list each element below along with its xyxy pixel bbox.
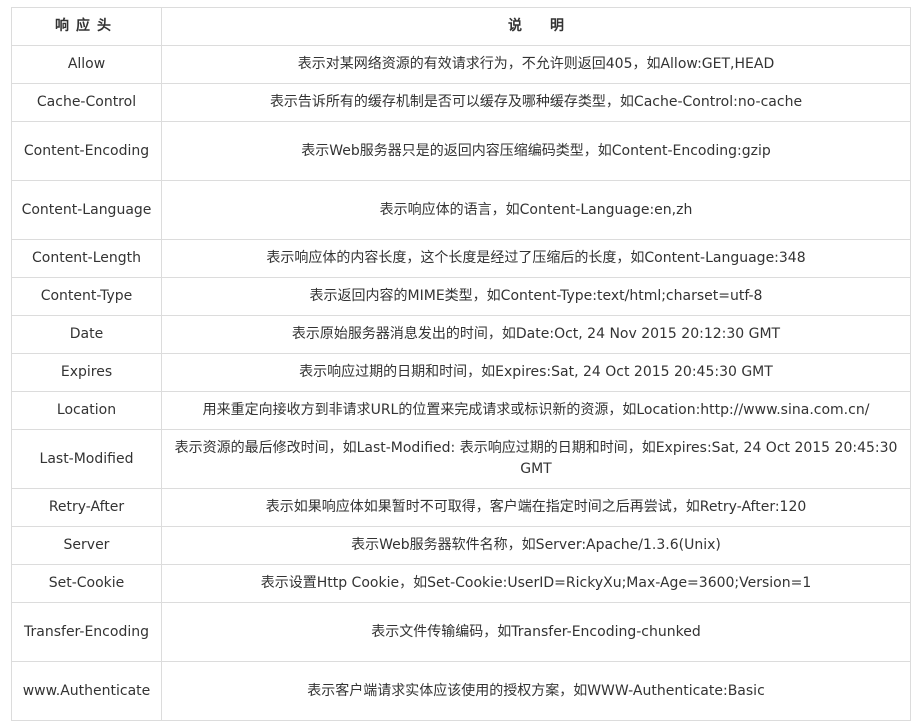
description-cell: 表示Web服务器软件名称，如Server:Apache/1.3.6(Unix) [161, 526, 911, 565]
header-name-cell: Content-Type [11, 277, 162, 316]
header-name-cell: Location [11, 391, 162, 430]
header-name-cell: Transfer-Encoding [11, 602, 162, 662]
table-row: Retry-After 表示如果响应体如果暂时不可取得，客户端在指定时间之后再尝… [11, 488, 911, 527]
header-name-cell: Cache-Control [11, 83, 162, 122]
table-row: Set-Cookie 表示设置Http Cookie，如Set-Cookie:U… [11, 564, 911, 603]
header-name-cell: Last-Modified [11, 429, 162, 489]
description-cell: 表示返回内容的MIME类型，如Content-Type:text/html;ch… [161, 277, 911, 316]
table-row: Content-Language 表示响应体的语言，如Content-Langu… [11, 180, 911, 240]
description-cell: 表示Web服务器只是的返回内容压缩编码类型，如Content-Encoding:… [161, 121, 911, 181]
description-cell: 表示设置Http Cookie，如Set-Cookie:UserID=Ricky… [161, 564, 911, 603]
response-header-table: 响应头 说明 Allow 表示对某网络资源的有效请求行为，不允许则返回405，如… [11, 7, 911, 721]
header-name-cell: www.Authenticate [11, 661, 162, 721]
table-row: Expires 表示响应过期的日期和时间，如Expires:Sat, 24 Oc… [11, 353, 911, 392]
header-name-cell: Date [11, 315, 162, 354]
table-row: Cache-Control 表示告诉所有的缓存机制是否可以缓存及哪种缓存类型，如… [11, 83, 911, 122]
header-name-cell: Server [11, 526, 162, 565]
description-cell: 表示原始服务器消息发出的时间，如Date:Oct, 24 Nov 2015 20… [161, 315, 911, 354]
description-cell: 表示响应体的语言，如Content-Language:en,zh [161, 180, 911, 240]
description-cell: 表示对某网络资源的有效请求行为，不允许则返回405，如Allow:GET,HEA… [161, 45, 911, 84]
table-row: Allow 表示对某网络资源的有效请求行为，不允许则返回405，如Allow:G… [11, 45, 911, 84]
table-row: Last-Modified 表示资源的最后修改时间，如Last-Modified… [11, 429, 911, 489]
column-header-description: 说明 [161, 7, 911, 46]
description-cell: 用来重定向接收方到非请求URL的位置来完成请求或标识新的资源，如Location… [161, 391, 911, 430]
header-name-cell: Set-Cookie [11, 564, 162, 603]
table-row: Date 表示原始服务器消息发出的时间，如Date:Oct, 24 Nov 20… [11, 315, 911, 354]
description-cell: 表示文件传输编码，如Transfer-Encoding-chunked [161, 602, 911, 662]
header-name-cell: Content-Encoding [11, 121, 162, 181]
table-header-row: 响应头 说明 [11, 7, 911, 46]
header-name-cell: Content-Language [11, 180, 162, 240]
header-name-cell: Retry-After [11, 488, 162, 527]
table-row: www.Authenticate 表示客户端请求实体应该使用的授权方案，如WWW… [11, 661, 911, 721]
table-row: Transfer-Encoding 表示文件传输编码，如Transfer-Enc… [11, 602, 911, 662]
table-row: Content-Type 表示返回内容的MIME类型，如Content-Type… [11, 277, 911, 316]
header-name-cell: Allow [11, 45, 162, 84]
description-cell: 表示响应过期的日期和时间，如Expires:Sat, 24 Oct 2015 2… [161, 353, 911, 392]
description-cell: 表示告诉所有的缓存机制是否可以缓存及哪种缓存类型，如Cache-Control:… [161, 83, 911, 122]
description-cell: 表示如果响应体如果暂时不可取得，客户端在指定时间之后再尝试，如Retry-Aft… [161, 488, 911, 527]
description-cell: 表示资源的最后修改时间，如Last-Modified: 表示响应过期的日期和时间… [161, 429, 911, 489]
description-cell: 表示客户端请求实体应该使用的授权方案，如WWW-Authenticate:Bas… [161, 661, 911, 721]
table-row: Server 表示Web服务器软件名称，如Server:Apache/1.3.6… [11, 526, 911, 565]
table-row: Location 用来重定向接收方到非请求URL的位置来完成请求或标识新的资源，… [11, 391, 911, 430]
column-header-response-header: 响应头 [11, 7, 162, 46]
table-row: Content-Length 表示响应体的内容长度，这个长度是经过了压缩后的长度… [11, 239, 911, 278]
description-cell: 表示响应体的内容长度，这个长度是经过了压缩后的长度，如Content-Langu… [161, 239, 911, 278]
table-row: Content-Encoding 表示Web服务器只是的返回内容压缩编码类型，如… [11, 121, 911, 181]
header-name-cell: Content-Length [11, 239, 162, 278]
header-name-cell: Expires [11, 353, 162, 392]
